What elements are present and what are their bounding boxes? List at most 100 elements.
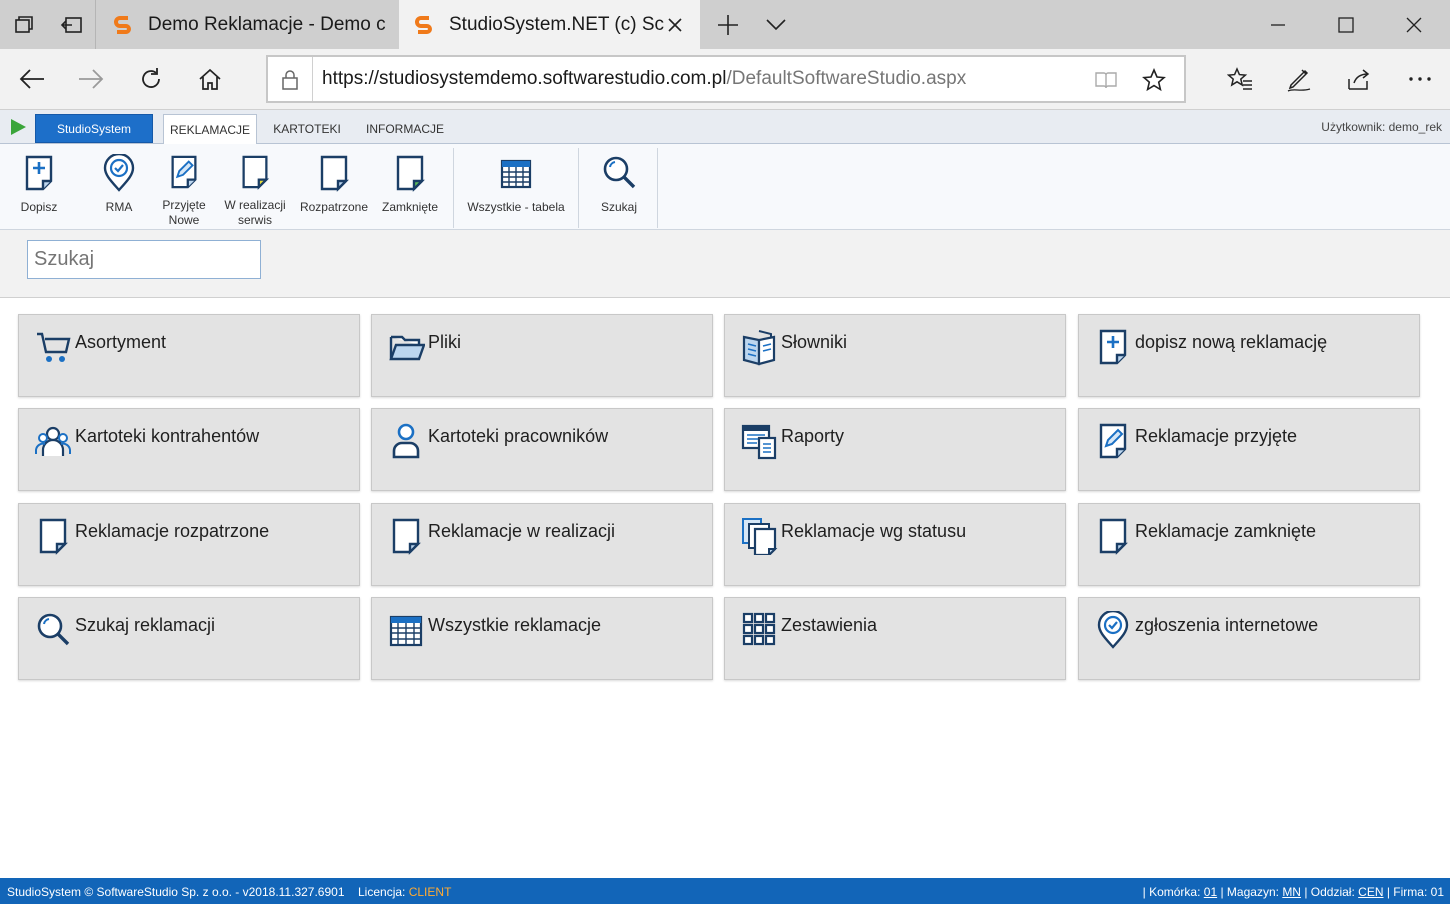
przyjete-nowe-button[interactable]: Przyjęte Nowe bbox=[156, 148, 212, 228]
tab-informacje[interactable]: INFORMACJE bbox=[359, 114, 451, 144]
tile-label: Reklamacje w realizacji bbox=[428, 521, 616, 541]
wszystkie-tabela-button[interactable]: Wszystkie - tabela bbox=[464, 148, 568, 228]
refresh-icon bbox=[142, 68, 160, 88]
tab-reklamacje[interactable]: REKLAMACJE bbox=[163, 114, 257, 145]
table-icon bbox=[500, 159, 532, 189]
search-input[interactable] bbox=[27, 240, 261, 279]
tile-reklamacje-zamknięte[interactable]: Reklamacje zamknięte bbox=[1078, 503, 1420, 586]
tab-preview-button[interactable] bbox=[752, 0, 800, 49]
studiosystem-favicon bbox=[114, 15, 131, 34]
dopisz-label: Dopisz bbox=[20, 200, 58, 214]
home-button[interactable] bbox=[188, 57, 232, 101]
tile-label: Reklamacje wg statusu bbox=[781, 521, 967, 541]
favorites-button[interactable] bbox=[1218, 57, 1262, 101]
doc-green-icon bbox=[396, 155, 425, 192]
rozpatrzone-label: Rozpatrzone bbox=[299, 200, 369, 214]
tile-reklamacje-w-realizacji[interactable]: Reklamacje w realizacji bbox=[371, 503, 713, 586]
back-button[interactable] bbox=[10, 57, 54, 101]
share-button[interactable] bbox=[1337, 57, 1381, 101]
przyjete-label-2: Nowe bbox=[168, 213, 200, 227]
pin-check-icon bbox=[1097, 611, 1129, 649]
tile-asortyment[interactable]: Asortyment bbox=[18, 314, 360, 397]
tile-zgłoszenia-internetowe[interactable]: zgłoszenia internetowe bbox=[1078, 597, 1420, 680]
pen-icon bbox=[1287, 69, 1311, 92]
forward-button[interactable] bbox=[69, 57, 113, 101]
szukaj-button[interactable]: Szukaj bbox=[592, 148, 646, 228]
tile-szukaj-reklamacji[interactable]: Szukaj reklamacji bbox=[18, 597, 360, 680]
zamkniete-label: Zamknięte bbox=[381, 200, 439, 214]
tile-label: dopisz nową reklamację bbox=[1135, 332, 1328, 352]
tile-pliki[interactable]: Pliki bbox=[371, 314, 713, 397]
rozpatrzone-button[interactable]: Rozpatrzone bbox=[298, 148, 370, 228]
doc-icon bbox=[392, 518, 421, 555]
close-tab-icon[interactable] bbox=[667, 17, 683, 33]
browser-tab-demo[interactable]: Demo Reklamacje - Demo c bbox=[98, 0, 398, 49]
tile-label: Asortyment bbox=[75, 332, 167, 352]
refresh-button[interactable] bbox=[129, 57, 173, 101]
studiosystem-favicon bbox=[415, 15, 432, 34]
dopisz-button[interactable]: Dopisz bbox=[12, 148, 66, 228]
folder-icon bbox=[389, 335, 425, 361]
tile-reklamacje-rozpatrzone[interactable]: Reklamacje rozpatrzone bbox=[18, 503, 360, 586]
tile-label: Zestawienia bbox=[781, 615, 878, 635]
set-aside-tabs-button[interactable] bbox=[48, 0, 96, 49]
tab-kartoteki[interactable]: KARTOTEKI bbox=[266, 114, 348, 144]
tile-label: zgłoszenia internetowe bbox=[1135, 615, 1319, 635]
license-label: Licencja: bbox=[358, 885, 406, 899]
lock-icon bbox=[282, 70, 298, 90]
doc-icon bbox=[39, 518, 68, 555]
tile-kartoteki-pracowników[interactable]: Kartoteki pracowników bbox=[371, 408, 713, 491]
doc-edit-icon bbox=[171, 155, 197, 189]
komorka-label: | Komórka: bbox=[1142, 885, 1201, 899]
search-area bbox=[0, 230, 1450, 298]
firma-label: | Firma: bbox=[1386, 885, 1428, 899]
tile-raporty[interactable]: Raporty bbox=[724, 408, 1066, 491]
minimize-button[interactable] bbox=[1244, 0, 1312, 49]
address-bar-row: https://studiosystemdemo.softwarestudio.… bbox=[0, 49, 1450, 110]
tab-actions-button[interactable] bbox=[0, 0, 48, 49]
tile-reklamacje-wg-statusu[interactable]: Reklamacje wg statusu bbox=[724, 503, 1066, 586]
doc-icon bbox=[320, 155, 349, 192]
tile-słowniki[interactable]: Słowniki bbox=[724, 314, 1066, 397]
close-window-button[interactable] bbox=[1380, 0, 1448, 49]
tile-kartoteki-kontrahentów[interactable]: Kartoteki kontrahentów bbox=[18, 408, 360, 491]
grid-icon bbox=[742, 612, 776, 646]
status-copyright: StudioSystem © SoftwareStudio Sp. z o.o.… bbox=[7, 885, 345, 899]
studiosystem-menu-button[interactable]: StudioSystem bbox=[35, 114, 153, 143]
tile-label: Reklamacje zamknięte bbox=[1135, 521, 1317, 541]
url-divider bbox=[312, 57, 313, 101]
tile-wszystkie-reklamacje[interactable]: Wszystkie reklamacje bbox=[371, 597, 713, 680]
url-host: https://studiosystemdemo.softwarestudio.… bbox=[322, 68, 727, 89]
favorites-list-icon bbox=[1227, 67, 1252, 90]
url-field[interactable]: https://studiosystemdemo.softwarestudio.… bbox=[266, 55, 1186, 103]
docs-icon bbox=[742, 518, 778, 555]
browser-tab-bar: Demo Reklamacje - Demo c StudioSystem.NE… bbox=[0, 0, 1450, 49]
notes-button[interactable] bbox=[1277, 57, 1321, 101]
doc-plus-icon bbox=[1099, 329, 1127, 365]
search-icon bbox=[37, 613, 70, 646]
tile-zestawienia[interactable]: Zestawienia bbox=[724, 597, 1066, 680]
browser-tab-studiosystem[interactable]: StudioSystem.NET (c) Sc bbox=[399, 0, 700, 49]
license-value: CLIENT bbox=[408, 885, 452, 899]
new-tab-button[interactable] bbox=[704, 0, 752, 49]
w-realizacji-button[interactable]: W realizacji serwis bbox=[222, 148, 288, 228]
oddzial-link[interactable]: CEN bbox=[1358, 885, 1383, 899]
reading-view-icon[interactable] bbox=[1094, 70, 1118, 90]
rma-button[interactable]: RMA bbox=[94, 148, 144, 228]
maximize-button[interactable] bbox=[1312, 0, 1380, 49]
tile-reklamacje-przyjęte[interactable]: Reklamacje przyjęte bbox=[1078, 408, 1420, 491]
ribbon-separator bbox=[578, 148, 579, 228]
book-icon bbox=[742, 330, 776, 366]
browser-tab-label: Demo Reklamacje - Demo c bbox=[148, 13, 386, 35]
favorite-star-icon[interactable] bbox=[1142, 68, 1166, 92]
komorka-link[interactable]: 01 bbox=[1204, 885, 1217, 899]
zamkniete-button[interactable]: Zamknięte bbox=[378, 148, 442, 228]
play-icon[interactable] bbox=[9, 118, 27, 136]
doc-plus-icon bbox=[25, 155, 53, 191]
more-button[interactable] bbox=[1398, 57, 1442, 101]
user-label: Użytkownik: demo_rek bbox=[1321, 120, 1442, 134]
group-icon bbox=[35, 426, 71, 456]
tile-dopisz-nową-reklamację[interactable]: dopisz nową reklamację bbox=[1078, 314, 1420, 397]
magazyn-link[interactable]: MN bbox=[1282, 885, 1301, 899]
ribbon-toolbar: Dopisz RMA Przyjęte Nowe W realizacji se… bbox=[0, 144, 1450, 230]
